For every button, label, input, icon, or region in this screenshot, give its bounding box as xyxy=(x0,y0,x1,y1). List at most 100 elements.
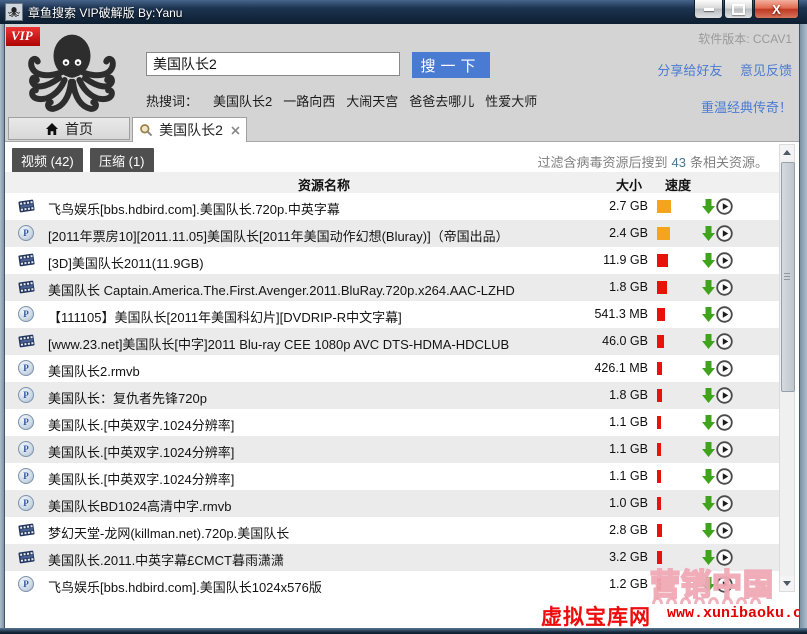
table-row[interactable]: P 美国队长.[中英双字.1024分辨率] 1.1 GB xyxy=(4,463,779,490)
play-icon[interactable] xyxy=(716,414,733,436)
vertical-scrollbar[interactable] xyxy=(779,144,795,592)
scroll-down-button[interactable] xyxy=(780,576,794,591)
download-icon[interactable] xyxy=(702,442,715,462)
resource-name[interactable]: 飞鸟娱乐[bbs.hdbird.com].美国队长1024x576版 xyxy=(48,577,553,596)
resource-type-icon: P xyxy=(18,576,35,593)
resource-name[interactable]: 梦幻天堂-龙网(killman.net).720p.美国队长 xyxy=(48,523,553,542)
table-row[interactable]: P 美国队长：复仇者先锋720p 1.8 GB xyxy=(4,382,779,409)
filter-video-button[interactable]: 视频 (42) xyxy=(12,148,83,174)
table-row[interactable]: P 【111105】美国队长[2011年美国科幻片][DVDRIP-R中文字幕]… xyxy=(4,301,779,328)
play-icon[interactable] xyxy=(716,198,733,220)
play-icon[interactable] xyxy=(716,306,733,328)
table-row[interactable]: P 美国队长 Captain.America.The.First.Avenger… xyxy=(4,274,779,301)
resource-name[interactable]: 美国队长：复仇者先锋720p xyxy=(48,388,553,407)
table-row[interactable]: P 飞鸟娱乐[bbs.hdbird.com].美国队长.720p.中英字幕 2.… xyxy=(4,193,779,220)
download-icon[interactable] xyxy=(702,280,715,300)
speed-indicator-bar xyxy=(657,551,662,564)
table-row[interactable]: P 美国队长2.rmvb 426.1 MB xyxy=(4,355,779,382)
minimize-icon xyxy=(704,8,714,11)
resource-name[interactable]: 美国队长.[中英双字.1024分辨率] xyxy=(48,469,553,488)
download-icon[interactable] xyxy=(702,226,715,246)
resource-size: 1.1 GB xyxy=(554,415,648,429)
table-row[interactable]: P 美国队长BD1024高清中字.rmvb 1.0 GB xyxy=(4,490,779,517)
hot-word[interactable]: 爸爸去哪儿 xyxy=(409,91,474,110)
download-icon[interactable] xyxy=(702,415,715,435)
resource-name[interactable]: [3D]美国队长2011(11.9GB) xyxy=(48,253,553,272)
resource-name[interactable]: 美国队长.[中英双字.1024分辨率] xyxy=(48,442,553,461)
hot-word[interactable]: 美国队长2 xyxy=(213,91,272,110)
download-icon[interactable] xyxy=(702,388,715,408)
speed-indicator-bar xyxy=(657,200,671,213)
scrollbar-thumb[interactable] xyxy=(781,162,795,392)
speed-indicator-bar xyxy=(657,578,661,591)
table-row[interactable]: P 梦幻天堂-龙网(killman.net).720p.美国队长 2.8 GB xyxy=(4,517,779,544)
close-button[interactable]: X xyxy=(754,0,799,19)
resource-name[interactable]: 美国队长 Captain.America.The.First.Avenger.2… xyxy=(48,280,553,299)
download-icon[interactable] xyxy=(702,334,715,354)
play-icon[interactable] xyxy=(716,225,733,247)
window-title: 章鱼搜索 VIP破解版 By:Yanu xyxy=(28,4,182,21)
resource-name[interactable]: 美国队长2.rmvb xyxy=(48,361,553,380)
table-row[interactable]: P 飞鸟娱乐[bbs.hdbird.com].美国队长1024x576版 1.2… xyxy=(4,571,779,598)
resource-type-icon: P xyxy=(18,333,35,350)
maximize-button[interactable] xyxy=(724,0,753,19)
download-icon[interactable] xyxy=(702,307,715,327)
table-row[interactable]: P 美国队长.[中英双字.1024分辨率] 1.1 GB xyxy=(4,436,779,463)
download-icon[interactable] xyxy=(702,253,715,273)
download-icon[interactable] xyxy=(702,577,715,597)
scroll-up-button[interactable] xyxy=(780,145,794,160)
tab-home[interactable]: 首页 xyxy=(8,117,130,140)
titlebar[interactable]: 章鱼搜索 VIP破解版 By:Yanu xyxy=(0,0,807,24)
download-icon[interactable] xyxy=(702,523,715,543)
download-icon[interactable] xyxy=(702,199,715,219)
play-icon[interactable] xyxy=(716,252,733,274)
share-link[interactable]: 分享给好友 xyxy=(657,63,722,78)
resource-name[interactable]: 飞鸟娱乐[bbs.hdbird.com].美国队长.720p.中英字幕 xyxy=(48,199,553,218)
search-button[interactable]: 搜一下 xyxy=(412,52,490,78)
play-icon[interactable] xyxy=(716,360,733,382)
tab-close-icon[interactable] xyxy=(231,126,240,135)
search-input[interactable] xyxy=(146,52,400,76)
play-icon[interactable] xyxy=(716,522,733,544)
table-row[interactable]: P [3D]美国队长2011(11.9GB) 11.9 GB xyxy=(4,247,779,274)
play-icon[interactable] xyxy=(716,333,733,355)
speed-indicator-bar xyxy=(657,497,661,510)
film-icon xyxy=(17,521,36,539)
hot-word[interactable]: 一路向西 xyxy=(283,91,335,110)
table-row[interactable]: P [www.23.net]美国队长[中字]2011 Blu-ray CEE 1… xyxy=(4,328,779,355)
resource-name[interactable]: 【111105】美国队长[2011年美国科幻片][DVDRIP-R中文字幕] xyxy=(48,307,553,326)
arrow-down-icon xyxy=(783,581,791,586)
play-icon[interactable] xyxy=(716,468,733,490)
scrollbar-grip-icon xyxy=(784,273,790,281)
table-row[interactable]: P 美国队长.2011.中英字幕£CMCT暮雨潇潇 3.2 GB xyxy=(4,544,779,571)
resource-type-icon: P xyxy=(18,306,35,323)
hot-word[interactable]: 大闹天宫 xyxy=(346,91,398,110)
play-icon[interactable] xyxy=(716,495,733,517)
play-icon[interactable] xyxy=(716,441,733,463)
resource-name[interactable]: 美国队长.[中英双字.1024分辨率] xyxy=(48,415,553,434)
play-icon[interactable] xyxy=(716,549,733,571)
feedback-link[interactable]: 意见反馈 xyxy=(740,63,792,78)
play-icon[interactable] xyxy=(716,576,733,598)
resource-name[interactable]: 美国队长BD1024高清中字.rmvb xyxy=(48,496,553,515)
minimize-button[interactable] xyxy=(694,0,723,19)
promo-link[interactable]: 重温经典传奇！ xyxy=(643,97,792,116)
tab-search-result[interactable]: 美国队长2 xyxy=(132,117,247,142)
play-icon[interactable] xyxy=(716,279,733,301)
resource-name[interactable]: [2011年票房10][2011.11.05]美国队长[2011年美国动作幻想(… xyxy=(48,226,553,245)
resource-size: 541.3 MB xyxy=(554,307,648,321)
p2p-icon: P xyxy=(18,387,34,403)
resource-type-icon: P xyxy=(18,468,35,485)
table-row[interactable]: P [2011年票房10][2011.11.05]美国队长[2011年美国动作幻… xyxy=(4,220,779,247)
resource-name[interactable]: 美国队长.2011.中英字幕£CMCT暮雨潇潇 xyxy=(48,550,553,569)
download-icon[interactable] xyxy=(702,469,715,489)
download-icon[interactable] xyxy=(702,361,715,381)
filter-archive-button[interactable]: 压缩 (1) xyxy=(90,148,154,174)
resource-name[interactable]: [www.23.net]美国队长[中字]2011 Blu-ray CEE 108… xyxy=(48,334,553,353)
download-icon[interactable] xyxy=(702,550,715,570)
download-icon[interactable] xyxy=(702,496,715,516)
footer-site-name: 虚拟宝库网 xyxy=(541,601,651,631)
table-row[interactable]: P 美国队长.[中英双字.1024分辨率] 1.1 GB xyxy=(4,409,779,436)
hot-word[interactable]: 性爱大师 xyxy=(485,91,537,110)
play-icon[interactable] xyxy=(716,387,733,409)
